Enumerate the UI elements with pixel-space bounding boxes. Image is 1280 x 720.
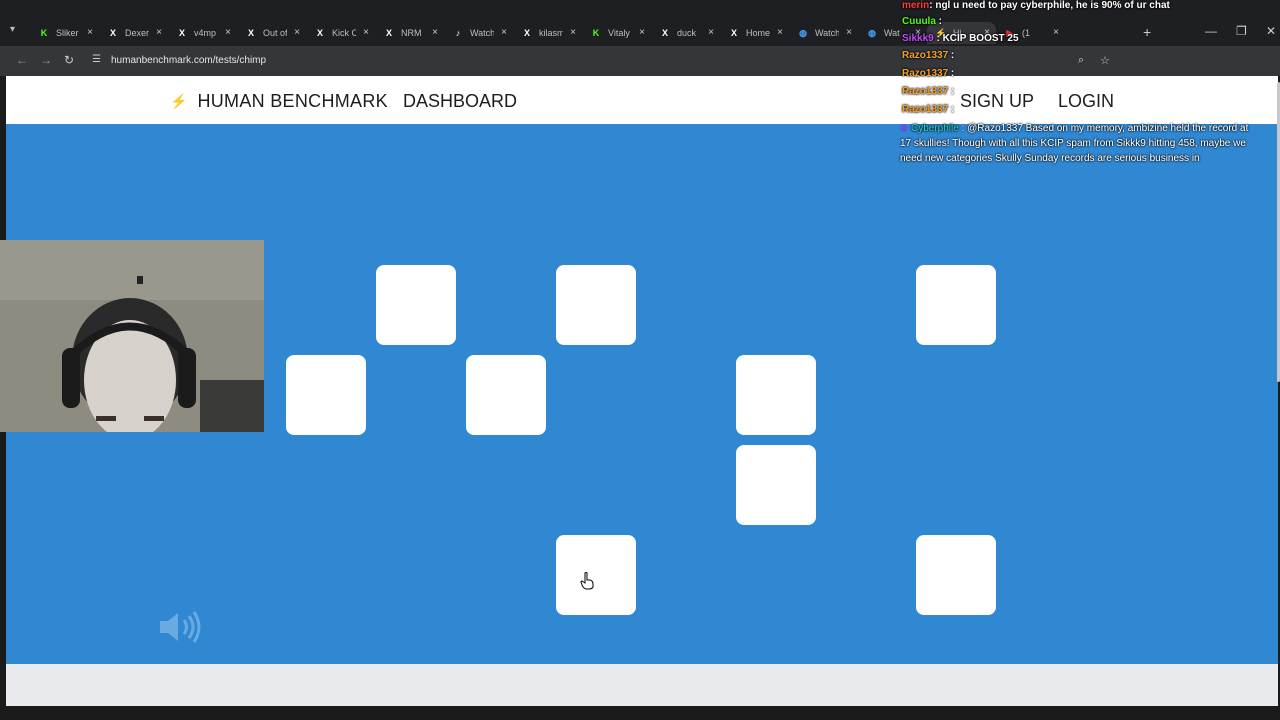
chat-text: : — [935, 16, 942, 27]
x-icon: X — [523, 28, 530, 38]
url-text[interactable]: humanbenchmark.com/tests/chimp — [111, 55, 266, 66]
tab-close-icon[interactable]: × — [363, 27, 369, 38]
footer-strip — [6, 664, 1278, 706]
browser-tab[interactable]: X Out of × — [237, 22, 306, 44]
tab-close-icon[interactable]: × — [225, 27, 231, 38]
stream-chat-overlay: Cyberphile : @Razo1337 Based on my memor… — [898, 0, 1268, 170]
tab-close-icon[interactable]: × — [777, 27, 783, 38]
chat-text: : — [948, 86, 955, 97]
chat-line: Razo1337 : — [902, 68, 954, 79]
memory-tile[interactable] — [916, 535, 996, 615]
reload-icon[interactable]: ↻ — [64, 53, 74, 67]
tab-title[interactable]: NRM — [401, 28, 425, 38]
tab-title[interactable]: v4mp — [194, 28, 218, 38]
forward-icon[interactable]: → — [40, 53, 52, 67]
tab-close-icon[interactable]: × — [87, 27, 93, 38]
brand-name[interactable]: HUMAN BENCHMARK — [197, 91, 388, 112]
browser-tab[interactable]: ◍ Watch × — [789, 22, 858, 44]
browser-tab[interactable]: Xduck × — [651, 22, 720, 44]
x-icon: X — [316, 28, 323, 38]
chat-text: : ngl u need to pay cyberphile, he is 90… — [929, 0, 1170, 11]
user-badge-icon — [900, 124, 908, 133]
chat-line: Razo1337 : — [902, 86, 954, 97]
kick-icon: K — [40, 28, 48, 38]
tab-title[interactable]: Watch — [470, 28, 494, 38]
chat-text: : KCIP BOOST 25 — [933, 33, 1019, 44]
browser-tab[interactable]: K Sliker × — [30, 22, 99, 44]
x-icon: X — [385, 28, 392, 38]
memory-tile[interactable] — [556, 535, 636, 615]
chat-line: Razo1337 : — [902, 50, 954, 61]
kick-icon: K — [592, 28, 600, 38]
memory-tile[interactable] — [916, 265, 996, 345]
tab-title[interactable]: Home — [746, 28, 770, 38]
browser-tab[interactable]: K Vitaly × — [582, 22, 651, 44]
tab-search-chevron-icon[interactable]: ▾ — [10, 24, 15, 35]
webcam-overlay — [0, 240, 264, 432]
tab-close-icon[interactable]: × — [432, 27, 438, 38]
tab-title[interactable]: Kick C — [332, 28, 356, 38]
tab-close-icon[interactable]: × — [156, 27, 162, 38]
chat-username: Cuuula — [902, 16, 936, 27]
memory-tile[interactable] — [556, 265, 636, 345]
lightning-bolt-icon: ⚡ — [170, 93, 188, 109]
chat-username: Sikkk9 — [902, 33, 934, 44]
globe-icon: ◍ — [799, 27, 807, 38]
x-icon: X — [247, 28, 254, 38]
tab-close-icon[interactable]: × — [501, 27, 507, 38]
browser-tab[interactable]: X NRM × — [375, 22, 444, 44]
tab-close-icon[interactable]: × — [294, 27, 300, 38]
tab-close-icon[interactable]: × — [708, 27, 714, 38]
browser-tab[interactable]: Xv4mp × — [168, 22, 237, 44]
chat-message: Cyberphile : @Razo1337 Based on my memor… — [900, 121, 1262, 166]
browser-tab[interactable]: ♪ Watch × — [444, 22, 513, 44]
chat-username: Razo1337 — [902, 50, 949, 61]
chat-line: Razo1337 : — [902, 104, 954, 115]
browser-tab[interactable]: X Home × — [720, 22, 789, 44]
chat-username: merin — [902, 0, 930, 11]
chat-message-user: Cyberphile — [911, 123, 959, 134]
tiktok-icon: ♪ — [455, 28, 461, 38]
x-icon: X — [109, 28, 116, 38]
brand-link[interactable]: ⚡ HUMAN BENCHMARK — [170, 91, 388, 112]
chat-line: Cuuula : — [902, 16, 942, 27]
tab-title[interactable]: Sliker — [56, 28, 80, 38]
tab-title[interactable]: Dexer — [125, 28, 149, 38]
chat-line: Sikkk9 : KCIP BOOST 25 — [902, 33, 1019, 44]
stream-bottom-border — [0, 706, 1280, 720]
browser-tab[interactable]: X Dexer × — [99, 22, 168, 44]
chat-text: : — [948, 104, 955, 115]
memory-tile[interactable] — [466, 355, 546, 435]
x-icon: X — [661, 28, 668, 38]
back-icon[interactable]: ← — [16, 53, 28, 67]
tab-close-icon[interactable]: × — [639, 27, 645, 38]
tab-title[interactable]: Watch — [815, 28, 839, 38]
tab-close-icon[interactable]: × — [846, 27, 852, 38]
x-icon: X — [730, 28, 737, 38]
chat-line: merin: ngl u need to pay cyberphile, he … — [902, 0, 1170, 11]
tab-close-icon[interactable]: × — [570, 27, 576, 38]
memory-tile[interactable] — [736, 445, 816, 525]
memory-tile[interactable] — [376, 265, 456, 345]
chat-text: : — [948, 50, 955, 61]
chat-username: Razo1337 — [902, 68, 949, 79]
dashboard-link[interactable]: DASHBOARD — [403, 91, 517, 112]
globe-icon: ◍ — [868, 27, 876, 38]
memory-tile[interactable] — [286, 355, 366, 435]
webcam-feed-image — [0, 240, 264, 432]
sound-icon[interactable] — [158, 610, 204, 644]
chat-username: Razo1337 — [902, 104, 949, 115]
tab-title[interactable]: kilasm — [539, 28, 563, 38]
tab-title[interactable]: Vitaly — [608, 28, 632, 38]
tab-title[interactable]: Out of — [263, 28, 287, 38]
tab-title[interactable]: duck — [677, 28, 701, 38]
browser-tab[interactable]: Xkilasm × — [513, 22, 582, 44]
memory-tile[interactable] — [736, 355, 816, 435]
chat-text: : — [948, 68, 955, 79]
chat-username: Razo1337 — [902, 86, 949, 97]
hand-cursor-icon — [580, 572, 594, 590]
browser-tab[interactable]: X Kick C × — [306, 22, 375, 44]
x-icon: X — [178, 28, 185, 38]
site-info-icon[interactable]: ☰ — [92, 54, 101, 65]
